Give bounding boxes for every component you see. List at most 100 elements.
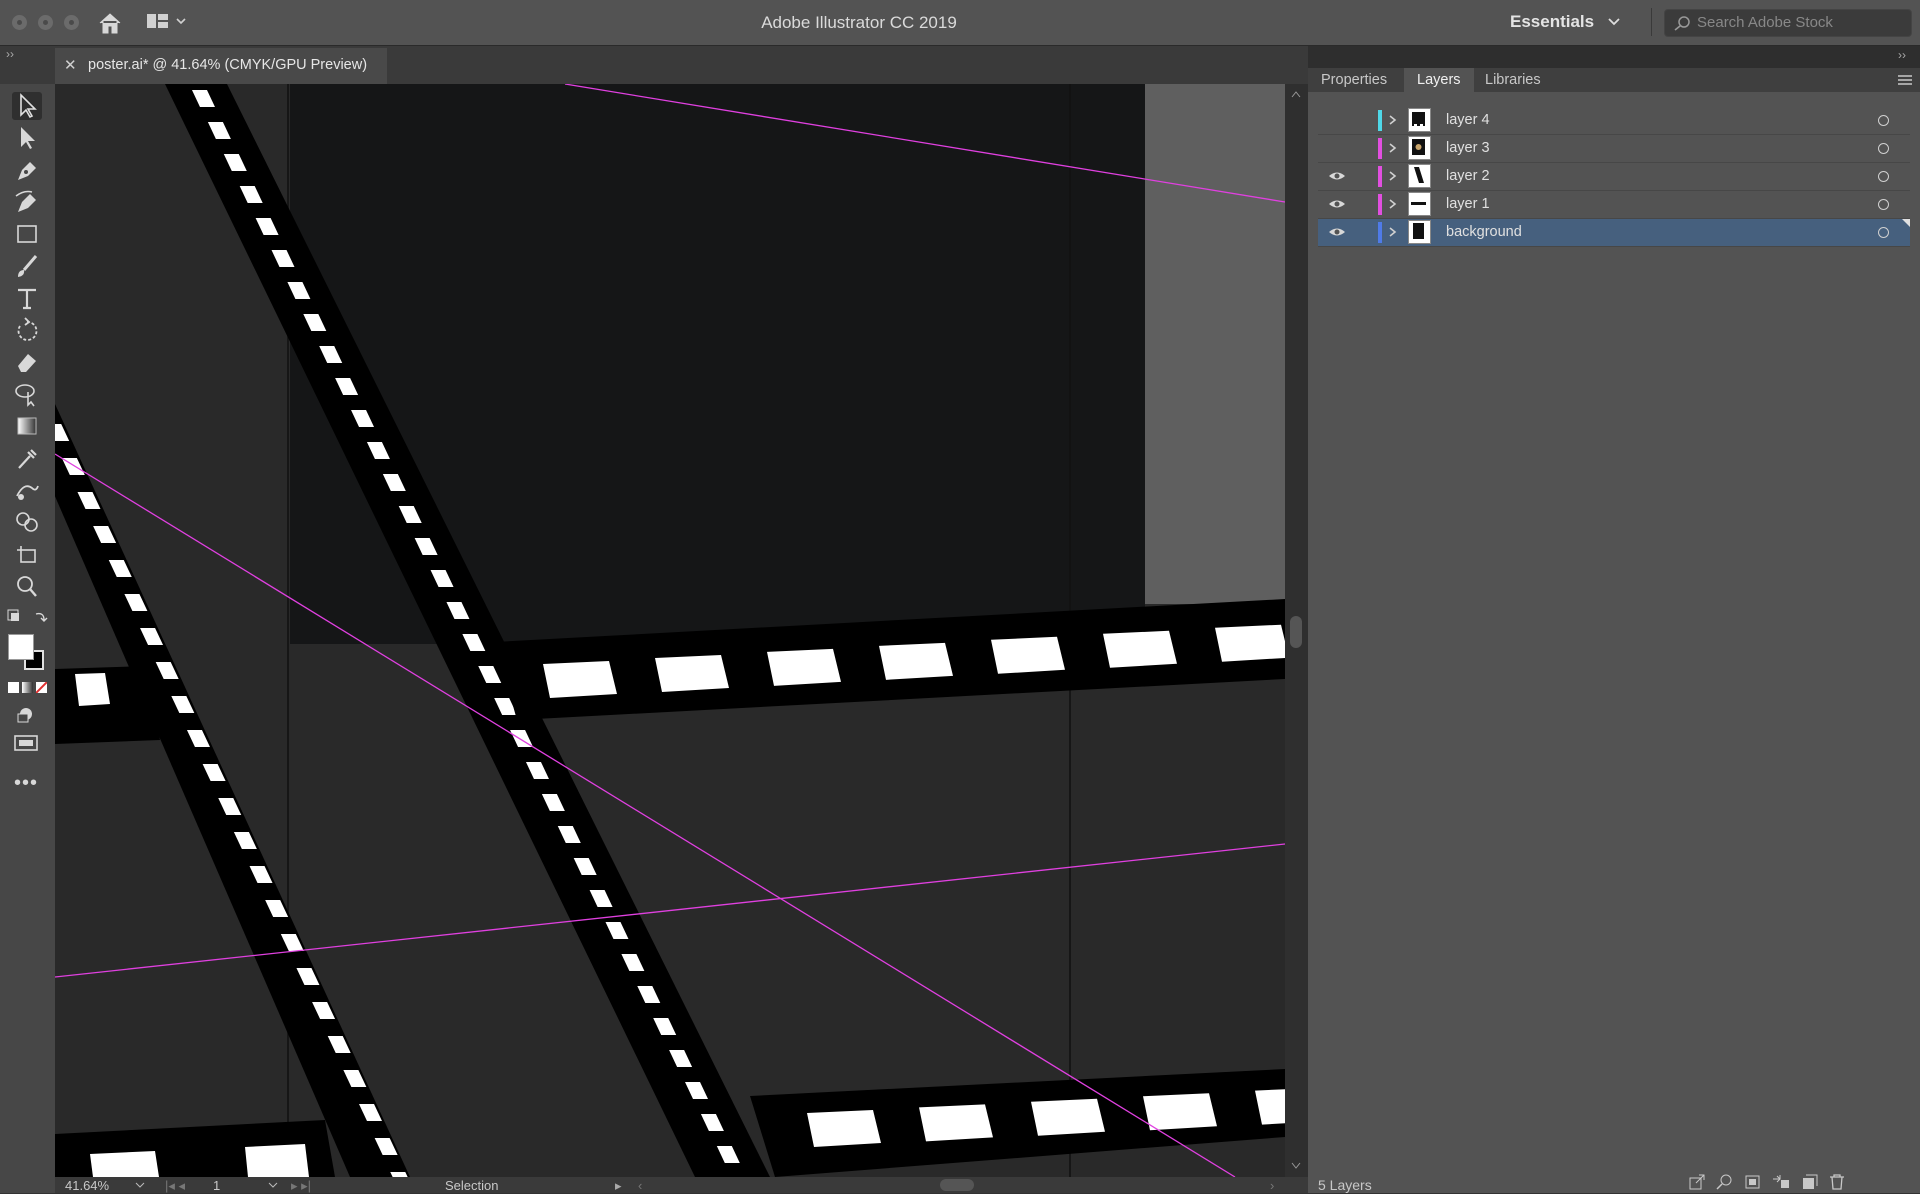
layer-name[interactable]: background [1446,224,1522,240]
layer-target-circle[interactable] [1878,115,1889,126]
chevron-right-icon[interactable] [1388,141,1398,155]
gradient-button[interactable] [22,682,33,693]
workspace-switcher[interactable]: Essentials [1510,12,1621,32]
selected-art-indicator [1902,219,1910,227]
curvature-tool-icon[interactable] [12,188,42,216]
selection-tool-icon[interactable] [12,92,42,120]
chevron-down-icon [1608,18,1620,26]
status-menu-icon[interactable]: ▸ [615,1178,622,1194]
visibility-eye-icon[interactable] [1328,113,1346,127]
layer-name[interactable]: layer 1 [1446,196,1490,212]
scroll-up-icon[interactable] [1291,90,1301,98]
chevron-right-icon[interactable] [1388,225,1398,239]
stock-search-placeholder: Search Adobe Stock [1697,14,1833,31]
layer-thumbnail [1408,192,1431,216]
layer-row[interactable]: background [1318,219,1910,247]
zoom-dropdown-icon[interactable] [135,1181,145,1189]
layer-color-swatch [1378,222,1382,243]
eyedropper-tool-icon[interactable] [12,444,42,472]
fill-swatch[interactable] [8,634,34,660]
tab-layers[interactable]: Layers [1404,68,1474,92]
chevron-right-icon[interactable] [1388,113,1398,127]
type-tool-icon[interactable] [12,284,42,312]
layer-target-circle[interactable] [1878,199,1889,210]
puppet-warp-tool-icon[interactable] [12,380,42,408]
scroll-right-icon[interactable]: › [1270,1178,1274,1193]
chevron-right-icon[interactable] [1388,197,1398,211]
pasteboard [1145,84,1285,604]
scroll-thumb[interactable] [1290,616,1302,648]
workspace-label: Essentials [1510,12,1595,31]
tab-libraries[interactable]: Libraries [1472,68,1554,92]
artwork [55,84,1285,1177]
close-tab-icon[interactable]: ✕ [64,56,77,74]
document-tab-label: poster.ai* @ 41.64% (CMYK/GPU Preview) [88,57,368,73]
layer-thumbnail [1408,220,1431,244]
layer-row[interactable]: layer 4 [1318,107,1910,135]
layer-target-circle[interactable] [1878,143,1889,154]
current-tool-label: Selection [445,1178,499,1193]
artboard-number[interactable]: 1 [213,1178,220,1193]
layer-color-swatch [1378,138,1382,159]
shape-builder-tool-icon[interactable] [12,508,42,536]
chevron-right-icon[interactable] [1388,169,1398,183]
toolbar-header: ›› [0,46,55,84]
layer-row[interactable]: layer 2 [1318,163,1910,191]
direct-selection-tool-icon[interactable] [12,124,42,152]
document-tab[interactable]: ✕ poster.ai* @ 41.64% (CMYK/GPU Preview) [55,48,387,84]
search-icon [1674,16,1690,31]
layer-target-circle[interactable] [1878,171,1889,182]
swap-defaults-icon[interactable] [6,608,50,630]
expand-toolbar-icon[interactable]: ›› [6,47,14,61]
create-new-layer-icon[interactable] [1800,1174,1818,1190]
fill-stroke-swatches[interactable] [8,634,46,672]
panel-menu-icon[interactable] [1898,74,1912,86]
artboard-dropdown-icon[interactable] [268,1181,278,1189]
rectangle-tool-icon[interactable] [12,220,42,248]
eraser-tool-icon[interactable] [12,348,42,376]
pen-tool-icon[interactable] [12,156,42,184]
screen-mode-icon[interactable] [12,732,42,754]
canvas[interactable] [55,84,1285,1177]
visibility-eye-icon[interactable] [1328,141,1346,155]
visibility-eye-icon[interactable] [1328,169,1346,183]
draw-mode-icon[interactable] [14,704,40,724]
blend-tool-icon[interactable] [12,476,42,504]
visibility-eye-icon[interactable] [1328,197,1346,211]
color-button[interactable] [8,682,19,693]
collapse-panels-icon[interactable]: ›› [1898,48,1906,62]
layer-name[interactable]: layer 4 [1446,112,1490,128]
trash-icon[interactable] [1828,1174,1846,1190]
gradient-tool-icon[interactable] [12,412,42,440]
edit-toolbar-icon[interactable]: ••• [14,772,38,795]
create-sublayer-icon[interactable] [1772,1174,1790,1190]
none-swatch-icon[interactable] [36,682,47,693]
rotate-tool-icon[interactable] [12,316,42,344]
layer-name[interactable]: layer 2 [1446,168,1490,184]
paintbrush-tool-icon[interactable] [12,252,42,280]
layer-thumbnail [1408,108,1431,132]
export-assets-icon[interactable] [1688,1174,1706,1190]
visibility-eye-icon[interactable] [1328,225,1346,239]
locate-object-icon[interactable] [1716,1174,1734,1190]
panel-dock-header: ›› [1308,46,1920,68]
horizontal-scroll-thumb[interactable] [940,1179,974,1191]
first-artboard-icon[interactable]: |◂ ◂ [165,1178,185,1194]
layer-row[interactable]: layer 1 [1318,191,1910,219]
artboard-tool-icon[interactable] [12,540,42,568]
last-artboard-icon[interactable]: ▸ ▸| [291,1178,311,1194]
panel-tabs: Properties Layers Libraries [1308,68,1920,92]
layer-target-circle[interactable] [1878,227,1889,238]
make-clipping-mask-icon[interactable] [1744,1174,1762,1190]
vertical-scrollbar[interactable] [1285,84,1308,1177]
layer-name[interactable]: layer 3 [1446,140,1490,156]
stock-search-input[interactable]: Search Adobe Stock [1664,9,1912,37]
zoom-level[interactable]: 41.64% [65,1178,109,1193]
scroll-left-icon[interactable]: ‹ [638,1178,642,1193]
layers-count: 5 Layers [1318,1177,1372,1193]
layer-row[interactable]: layer 3 [1318,135,1910,163]
scroll-down-icon[interactable] [1291,1162,1301,1170]
zoom-tool-icon[interactable] [12,572,42,600]
title-bar: Adobe Illustrator CC 2019 Essentials Sea… [0,0,1920,46]
tab-properties[interactable]: Properties [1308,68,1400,92]
